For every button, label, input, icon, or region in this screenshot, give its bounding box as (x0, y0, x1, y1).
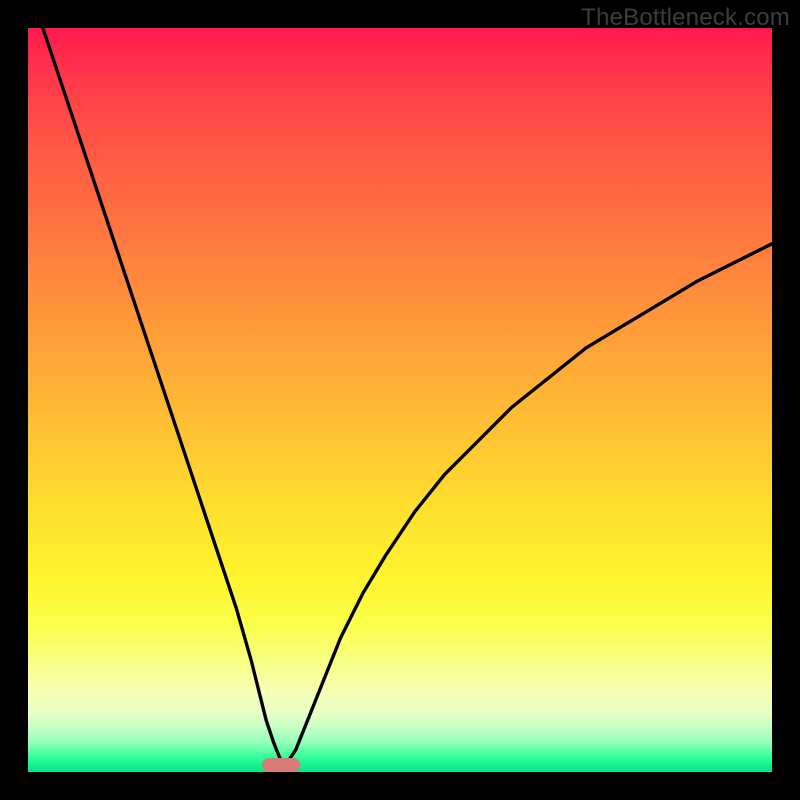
minimum-marker (262, 758, 300, 772)
chart-frame: TheBottleneck.com (0, 0, 800, 800)
plot-area (28, 28, 772, 772)
curve-layer (28, 28, 772, 772)
bottleneck-curve (43, 28, 772, 761)
